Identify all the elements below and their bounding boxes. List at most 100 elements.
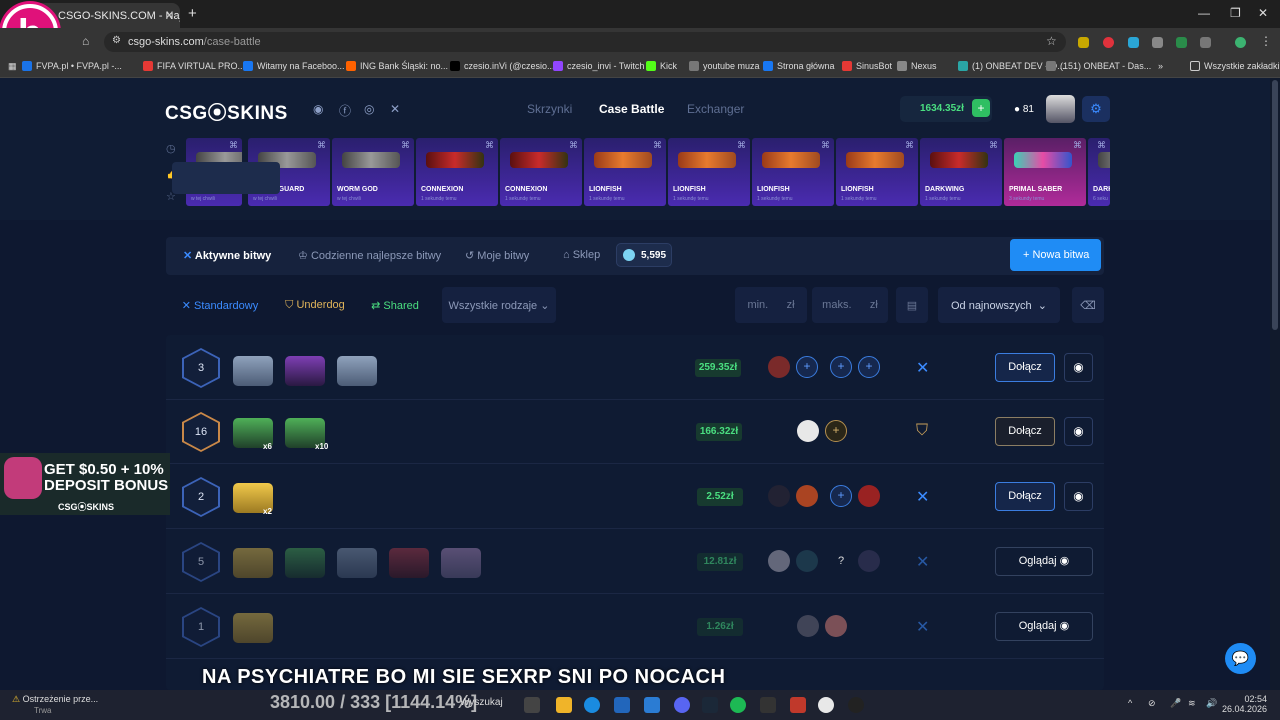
player-avatar[interactable] (858, 485, 880, 507)
live-drop-card[interactable]: CONNEXION 1 sekundę temu ⌘ (500, 138, 582, 206)
close-window-icon[interactable]: ✕ (1258, 6, 1268, 20)
deposit-bonus-banner[interactable]: GET $0.50 + 10% DEPOSIT BONUS CSG⦿SKINS (0, 453, 170, 515)
nav-exchanger[interactable]: Exchanger (687, 102, 744, 116)
filter-all-types-select[interactable]: Wszystkie rodzaje ⌄ (442, 287, 556, 323)
steam-icon[interactable] (702, 697, 718, 713)
case-image[interactable] (233, 613, 273, 643)
player-avatar[interactable] (797, 615, 819, 637)
join-slot-plus-icon[interactable]: + (830, 485, 852, 507)
live-drop-card[interactable]: WORM GOD w tej chwili ⌘ (332, 138, 414, 206)
maximize-icon[interactable]: ❐ (1230, 6, 1241, 20)
bookmark-item[interactable]: youtube muza (689, 61, 760, 71)
eye-icon[interactable]: ◉ (1064, 482, 1093, 511)
case-image[interactable] (441, 548, 481, 578)
filter-shared[interactable]: ⇄ Shared (360, 287, 430, 323)
deposit-plus-button[interactable]: + (972, 99, 990, 117)
facebook-icon[interactable]: ⓕ (339, 102, 351, 119)
player-avatar[interactable] (858, 550, 880, 572)
bookmark-item[interactable]: (151) ONBEAT - Das... (1046, 61, 1151, 71)
user-avatar[interactable] (1046, 95, 1075, 123)
new-battle-button[interactable]: + Nowa bitwa (1010, 239, 1101, 271)
case-image[interactable] (285, 356, 325, 386)
tab-shop[interactable]: ⌂ Sklep (563, 249, 600, 261)
tab-active-battles[interactable]: ✕ Aktywne bitwy (183, 249, 271, 262)
chat-icon[interactable]: 💬 (1225, 643, 1256, 674)
bookmark-item[interactable]: czesio.inVi (@czesio... (450, 61, 555, 71)
taskview-icon[interactable] (524, 697, 540, 713)
discord-taskbar-icon[interactable] (674, 697, 690, 713)
profile-icon[interactable] (1235, 37, 1246, 48)
live-drop-card[interactable]: DARKWING 1 sekundę temu ⌘ (920, 138, 1002, 206)
live-drop-card[interactable]: CONNEXION 1 sekundę temu ⌘ (416, 138, 498, 206)
warning-notification[interactable]: ⚠ Ostrzeżenie prze... Trwa (12, 694, 98, 715)
volume-icon[interactable]: 🔊 (1206, 698, 1217, 709)
live-drop-card[interactable]: PRIMAL SABER 3 sekundy temu ⌘ (1004, 138, 1086, 206)
watch-battle-button[interactable]: Oglądaj ◉ (995, 612, 1093, 641)
more-bookmarks-icon[interactable]: » (1158, 61, 1163, 71)
player-avatar[interactable] (768, 356, 790, 378)
chrome-icon[interactable] (818, 697, 834, 713)
taskbar-search[interactable]: Wyszukaj (460, 697, 503, 708)
bookmark-item[interactable]: Nexus (897, 61, 937, 71)
watch-battle-button[interactable]: Oglądaj ◉ (995, 547, 1093, 576)
bookmark-item[interactable]: Strona główna (763, 61, 835, 71)
live-drop-card[interactable]: LIONFISH 1 sekundę temu ⌘ (752, 138, 834, 206)
extension-icon[interactable] (1103, 37, 1114, 48)
tray-chevron-icon[interactable]: ^ (1128, 698, 1132, 708)
clock-icon[interactable]: ◷ (166, 142, 176, 155)
bookmark-item[interactable]: Kick (646, 61, 677, 71)
gems-balance[interactable]: 5,595 (616, 243, 672, 267)
clear-filters-icon[interactable]: ⌫ (1072, 287, 1104, 323)
player-avatar[interactable] (825, 615, 847, 637)
tab-my-battles[interactable]: ↺ Moje bitwy (465, 249, 529, 262)
live-drop-card[interactable]: LIONFISH 1 sekundę temu ⌘ (668, 138, 750, 206)
apps-icon[interactable]: ▦ (8, 61, 17, 72)
case-image[interactable] (285, 548, 325, 578)
explorer-icon[interactable] (556, 697, 572, 713)
terminal-icon[interactable] (760, 697, 776, 713)
home-icon[interactable]: ⌂ (82, 34, 89, 48)
extension-icon[interactable] (1078, 37, 1089, 48)
extension-icon[interactable] (1152, 37, 1163, 48)
eye-icon[interactable]: ◉ (1064, 353, 1093, 382)
filter-underdog[interactable]: ⛉ Underdog (275, 287, 355, 323)
player-avatar[interactable] (796, 550, 818, 572)
player-avatar[interactable] (768, 550, 790, 572)
extensions-puzzle-icon[interactable] (1200, 37, 1211, 48)
player-avatar[interactable] (797, 420, 819, 442)
join-slot-plus-icon[interactable]: + (796, 356, 818, 378)
bookmark-item[interactable]: FIFA VIRTUAL PRO... (143, 61, 245, 71)
settings-gear-icon[interactable]: ⚙ (1082, 96, 1110, 122)
filter-standard[interactable]: ✕ Standardowy (170, 287, 270, 323)
edge-icon[interactable] (584, 697, 600, 713)
nav-case-battle[interactable]: Case Battle (599, 102, 664, 116)
case-image[interactable] (233, 356, 273, 386)
max-price-input[interactable]: maks. zł (812, 287, 888, 323)
site-info-icon[interactable]: ⚙ (112, 35, 121, 46)
case-image[interactable] (233, 548, 273, 578)
spotify-icon[interactable] (730, 697, 746, 713)
player-avatar[interactable] (796, 485, 818, 507)
tab-daily-best[interactable]: ♔ Codzienne najlepsze bitwy (298, 249, 441, 262)
bookmark-item[interactable]: SinusBot (842, 61, 892, 71)
coins-counter[interactable]: ● 81 (1006, 96, 1044, 122)
all-bookmarks[interactable]: Wszystkie zakładki (1190, 61, 1280, 71)
bookmark-item[interactable]: ING Bank Śląski: no... (346, 61, 448, 71)
sort-select[interactable]: Od najnowszych ⌄ (938, 287, 1060, 323)
live-drop-card[interactable]: LIONFISH 1 sekundę temu ⌘ (584, 138, 666, 206)
clock[interactable]: 02:54 26.04.2026 (1222, 694, 1267, 714)
case-image[interactable] (337, 356, 377, 386)
battle-row[interactable] (166, 465, 1104, 529)
case-image[interactable] (389, 548, 429, 578)
join-slot-plus-icon[interactable]: + (825, 420, 847, 442)
app-icon[interactable] (790, 697, 806, 713)
min-price-input[interactable]: min. zł (735, 287, 807, 323)
bookmark-item[interactable]: czesio_invi - Twitch (553, 61, 644, 71)
store-icon[interactable] (614, 697, 630, 713)
site-logo[interactable]: CSG⦿SKINS (165, 98, 288, 125)
player-avatar[interactable] (768, 485, 790, 507)
discord-icon[interactable]: ◉ (313, 102, 323, 116)
bookmark-item[interactable]: FVPA.pl • FVPA.pl -... (22, 61, 122, 71)
obs-icon[interactable] (848, 697, 864, 713)
bookmark-item[interactable]: Witamy na Faceboo... (243, 61, 345, 71)
